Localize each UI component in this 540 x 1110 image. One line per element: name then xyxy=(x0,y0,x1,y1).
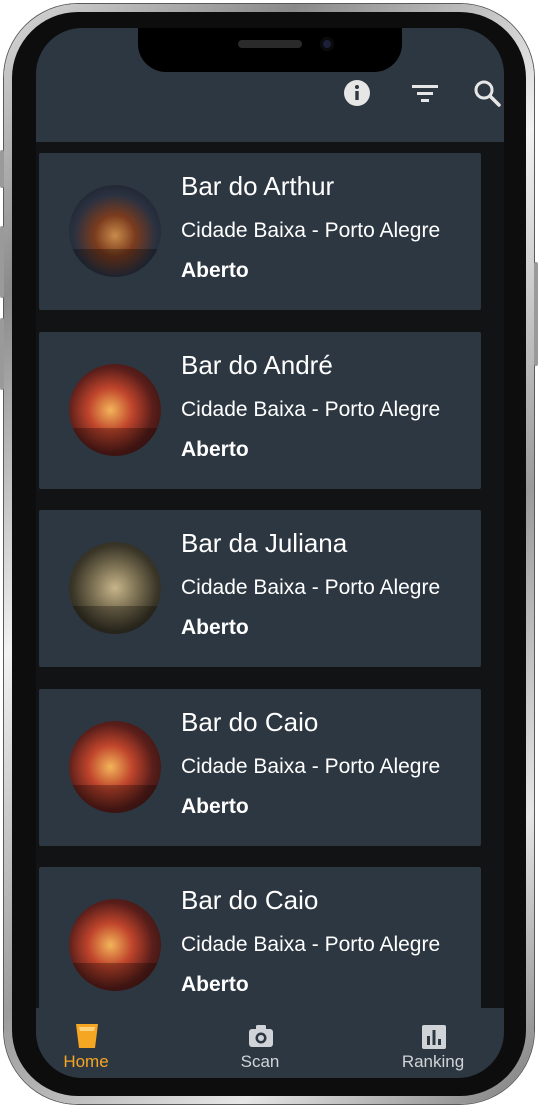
bar-status: Aberto xyxy=(181,438,249,461)
phone-notch xyxy=(138,28,402,72)
bar-location: Cidade Baixa - Porto Alegre xyxy=(181,219,441,242)
bar-thumbnail xyxy=(69,899,161,991)
bar-name: Bar do Caio xyxy=(181,885,319,915)
nav-label-ranking: Ranking xyxy=(401,1052,465,1071)
nav-home[interactable]: Home xyxy=(36,1008,146,1078)
filter-icon[interactable] xyxy=(410,78,440,108)
bar-card[interactable]: Bar da Juliana Cidade Baixa - Porto Aleg… xyxy=(39,510,481,667)
bar-location: Cidade Baixa - Porto Alegre xyxy=(181,933,441,956)
bar-card[interactable]: Bar do Caio Cidade Baixa - Porto Alegre … xyxy=(39,867,481,1024)
bar-name: Bar do André xyxy=(181,350,333,380)
bar-location: Cidade Baixa - Porto Alegre xyxy=(181,576,441,599)
front-camera xyxy=(320,37,334,51)
info-icon[interactable] xyxy=(342,78,372,108)
nav-scan[interactable]: Scan xyxy=(200,1008,320,1078)
search-icon[interactable] xyxy=(472,78,502,108)
bottom-navigation: Home Scan Ranking xyxy=(36,1008,504,1078)
bar-status: Aberto xyxy=(181,616,249,639)
camera-icon xyxy=(248,1022,274,1050)
app-screen: Bar do Arthur Cidade Baixa - Porto Alegr… xyxy=(36,28,504,1078)
bar-location: Cidade Baixa - Porto Alegre xyxy=(181,398,441,421)
bar-status: Aberto xyxy=(181,973,249,996)
beer-glass-icon xyxy=(74,1022,100,1050)
bar-location: Cidade Baixa - Porto Alegre xyxy=(181,755,441,778)
bar-card[interactable]: Bar do Arthur Cidade Baixa - Porto Alegr… xyxy=(39,153,481,310)
power-button xyxy=(534,262,538,366)
bar-thumbnail xyxy=(69,721,161,813)
bar-name: Bar do Caio xyxy=(181,707,319,737)
silent-switch xyxy=(0,150,4,188)
bar-status: Aberto xyxy=(181,795,249,818)
volume-down-button xyxy=(0,318,4,390)
bar-chart-icon xyxy=(421,1022,447,1050)
bar-card[interactable]: Bar do Caio Cidade Baixa - Porto Alegre … xyxy=(39,689,481,846)
bar-thumbnail xyxy=(69,185,161,277)
nav-label-home: Home xyxy=(63,1052,109,1071)
nav-ranking[interactable]: Ranking xyxy=(373,1008,493,1078)
bar-name: Bar do Arthur xyxy=(181,171,335,201)
bar-name: Bar da Juliana xyxy=(181,528,348,558)
bar-thumbnail xyxy=(69,364,161,456)
bar-card[interactable]: Bar do André Cidade Baixa - Porto Alegre… xyxy=(39,332,481,489)
speaker-grille xyxy=(238,40,302,48)
bar-thumbnail xyxy=(69,542,161,634)
nav-label-scan: Scan xyxy=(240,1052,280,1071)
bar-list: Bar do Arthur Cidade Baixa - Porto Alegr… xyxy=(36,142,504,1024)
bar-status: Aberto xyxy=(181,259,249,282)
volume-up-button xyxy=(0,226,4,298)
